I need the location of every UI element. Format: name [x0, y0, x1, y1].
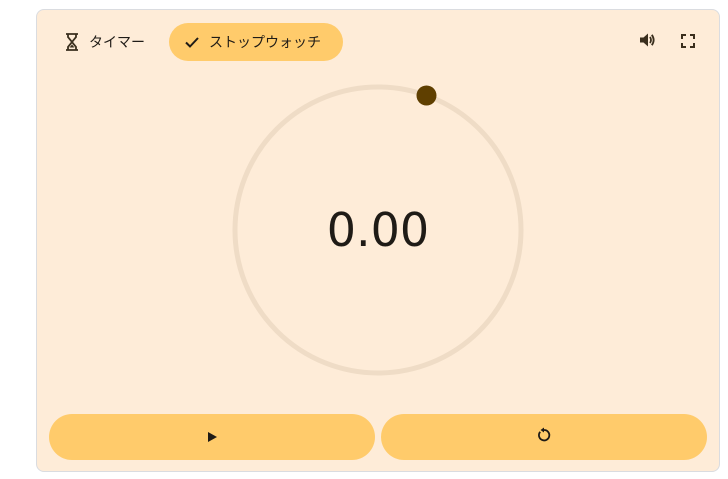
- fullscreen-button[interactable]: [677, 31, 699, 53]
- sound-button[interactable]: [636, 31, 658, 53]
- check-icon: [183, 33, 201, 51]
- start-button[interactable]: [49, 414, 375, 460]
- tab-timer-label: タイマー: [89, 35, 145, 51]
- volume-icon: [638, 31, 656, 53]
- reset-button[interactable]: [381, 414, 707, 460]
- fullscreen-icon: [681, 33, 695, 52]
- play-icon: [206, 428, 218, 447]
- stopwatch-display: 0.00: [326, 203, 430, 257]
- dial-knob: [416, 85, 437, 106]
- reset-icon: [536, 427, 552, 447]
- stopwatch-card: タイマー ストップウォッチ 0.00: [36, 9, 720, 472]
- tab-stopwatch[interactable]: ストップウォッチ: [169, 23, 343, 61]
- tab-stopwatch-label: ストップウォッチ: [209, 35, 321, 51]
- hourglass-icon: [63, 33, 81, 51]
- tab-timer[interactable]: タイマー: [57, 23, 155, 61]
